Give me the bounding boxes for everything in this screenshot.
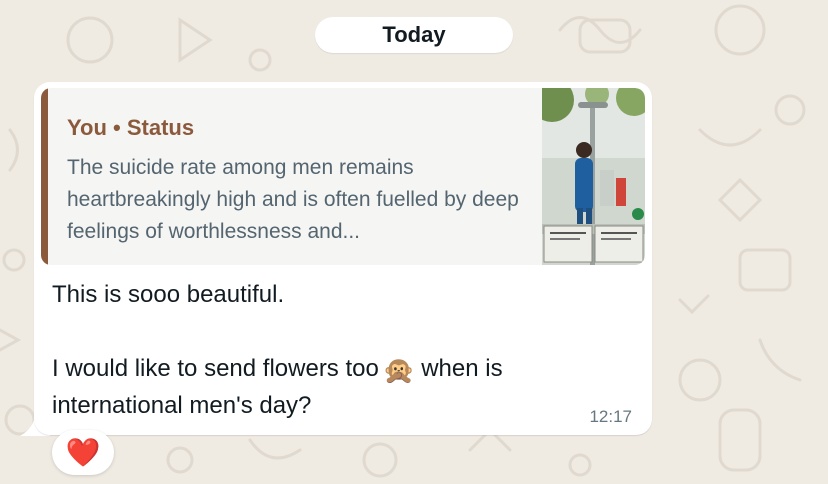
status-photo-icon <box>542 88 645 265</box>
message-line-2: I would like to send flowers too 🙊 when is… <box>52 351 632 424</box>
status-photo-thumbnail[interactable] <box>542 88 645 265</box>
message-text: This is sooo beautiful. I would like to … <box>52 277 632 424</box>
message-timestamp: 12:17 <box>589 407 632 426</box>
reply-author: You • Status <box>67 115 195 140</box>
message-line-1: This is sooo beautiful. <box>52 281 285 308</box>
heart-reaction-icon[interactable]: ❤️ <box>52 430 114 475</box>
reply-text: The suicide rate among men remains heart… <box>67 156 519 243</box>
message-bubble[interactable]: You • Status The suicide rate among men … <box>34 82 652 435</box>
message-line-2-part-1: I would like to send flowers too <box>52 355 379 382</box>
reply-quote[interactable]: You • Status The suicide rate among men … <box>41 88 645 265</box>
monkey-emoji-icon: 🙊 <box>382 355 416 385</box>
reply-quote-accent-bar <box>41 88 48 265</box>
date-separator: Today <box>315 17 513 53</box>
